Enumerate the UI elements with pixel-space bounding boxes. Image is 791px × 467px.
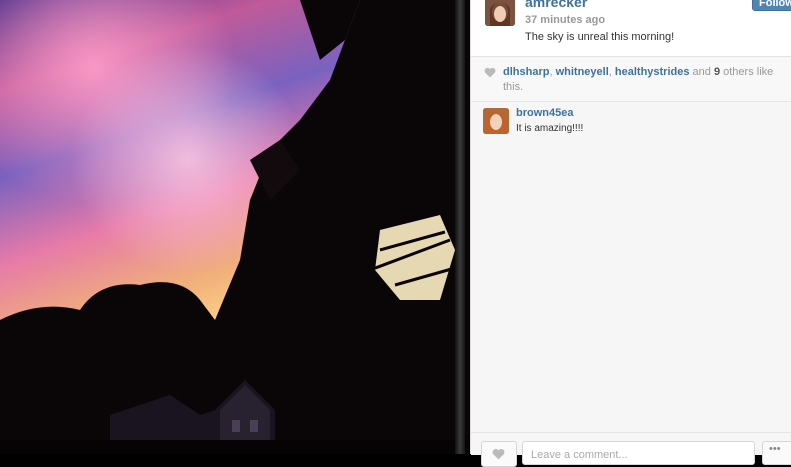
avatar-image <box>485 0 515 26</box>
post-caption: The sky is unreal this morning! <box>525 31 675 43</box>
like-button[interactable] <box>481 441 517 467</box>
comment-input[interactable]: Leave a comment... <box>522 441 755 465</box>
comment-username[interactable]: brown45ea <box>516 107 573 119</box>
liker-link[interactable]: dlhsharp <box>503 66 549 78</box>
comment-avatar[interactable] <box>483 108 509 134</box>
post-timestamp: 37 minutes ago <box>525 14 606 26</box>
liker-link[interactable]: whitneyell <box>556 66 609 78</box>
comment-avatar-image <box>483 108 509 134</box>
heart-icon <box>484 67 496 78</box>
follow-button[interactable]: Follow <box>752 0 791 11</box>
heart-icon <box>492 448 505 460</box>
post-header: amrecker 37 minutes ago The sky is unrea… <box>471 0 791 57</box>
details-panel: amrecker 37 minutes ago The sky is unrea… <box>470 0 791 467</box>
likes-text: dlhsharp, whitneyell, healthystrides and… <box>503 65 783 95</box>
comment-text: It is amazing!!!! <box>516 123 584 134</box>
post-username[interactable]: amrecker <box>525 0 587 10</box>
likes-and-text: and <box>689 66 714 78</box>
sunset-tree-photo <box>0 0 470 454</box>
liker-link[interactable]: healthystrides <box>615 66 690 78</box>
more-options-button[interactable]: ••• <box>762 441 791 465</box>
avatar[interactable] <box>485 0 515 26</box>
likes-section: dlhsharp, whitneyell, healthystrides and… <box>471 57 791 102</box>
photo-border <box>455 0 465 454</box>
post-photo <box>0 0 470 454</box>
comment-footer: Leave a comment... ••• <box>471 432 791 467</box>
